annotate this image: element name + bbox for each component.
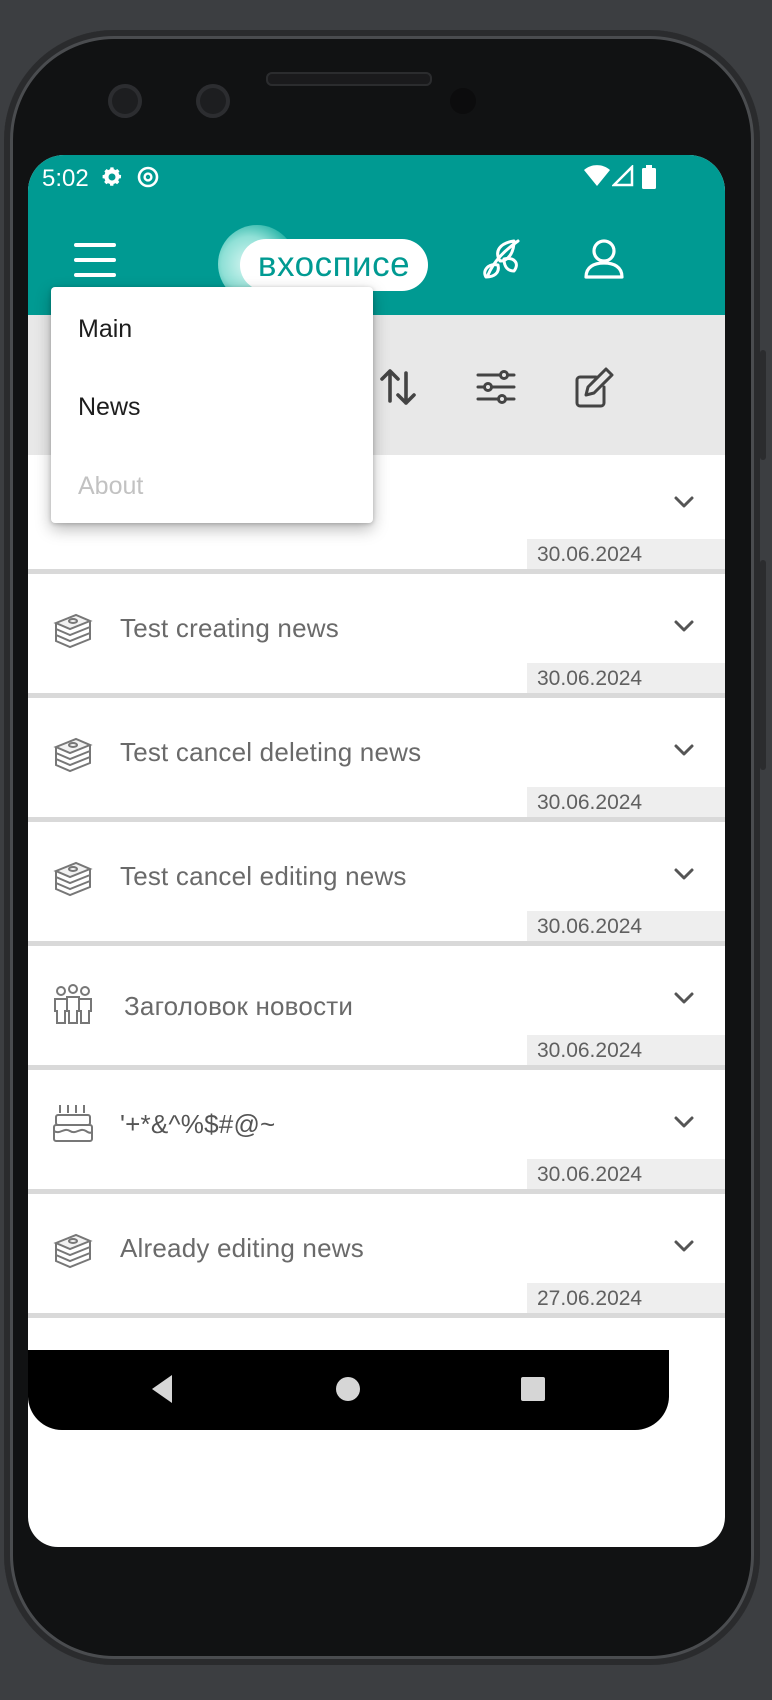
chevron-down-icon[interactable] bbox=[671, 613, 697, 639]
wifi-icon bbox=[584, 165, 610, 193]
chevron-down-icon[interactable] bbox=[671, 861, 697, 887]
news-date: 30.06.2024 bbox=[527, 911, 725, 941]
device-screen: 5:02 вхосписе 30.06.2024 Test creating n… bbox=[28, 155, 725, 1547]
proximity-sensor bbox=[450, 88, 476, 114]
news-card[interactable]: '+*&^%$#@~ 30.06.2024 bbox=[28, 1075, 725, 1194]
money-stack-icon bbox=[53, 1233, 93, 1269]
money-stack-icon bbox=[53, 613, 93, 649]
menu-icon[interactable] bbox=[74, 243, 116, 277]
news-date: 30.06.2024 bbox=[527, 663, 725, 693]
sort-icon[interactable] bbox=[374, 363, 422, 411]
navigation-dropdown-menu: Main News About bbox=[51, 287, 373, 523]
front-sensor bbox=[196, 84, 230, 118]
people-icon bbox=[54, 984, 92, 1024]
volume-button bbox=[760, 560, 766, 770]
news-date: 30.06.2024 bbox=[527, 1035, 725, 1065]
chevron-down-icon[interactable] bbox=[671, 1109, 697, 1135]
chevron-down-icon[interactable] bbox=[671, 737, 697, 763]
news-date: 30.06.2024 bbox=[527, 539, 725, 569]
signal-icon bbox=[610, 163, 634, 193]
news-date: 30.06.2024 bbox=[527, 787, 725, 817]
news-title: Test cancel deleting news bbox=[120, 737, 422, 767]
logo-text: вхосписе bbox=[240, 239, 428, 291]
money-stack-icon bbox=[53, 861, 93, 897]
at-sign-icon bbox=[136, 165, 160, 195]
menu-item-main[interactable]: Main bbox=[78, 315, 132, 344]
chevron-down-icon[interactable] bbox=[671, 489, 697, 515]
power-button bbox=[760, 350, 766, 460]
filter-icon[interactable] bbox=[472, 363, 520, 411]
news-date: 30.06.2024 bbox=[527, 1159, 725, 1189]
earpiece-speaker bbox=[266, 72, 432, 86]
news-date: 27.06.2024 bbox=[527, 1283, 725, 1313]
news-title: '+*&^%$#@~ bbox=[120, 1109, 276, 1139]
news-title: Test cancel editing news bbox=[120, 861, 407, 891]
news-card[interactable]: Test cancel deleting news 30.06.2024 bbox=[28, 703, 725, 822]
news-card[interactable]: Test cancel editing news 30.06.2024 bbox=[28, 827, 725, 946]
back-button[interactable] bbox=[148, 1372, 176, 1411]
edit-icon[interactable] bbox=[570, 363, 618, 411]
chevron-down-icon[interactable] bbox=[671, 985, 697, 1011]
system-navigation-bar bbox=[28, 1350, 669, 1430]
front-camera bbox=[108, 84, 142, 118]
status-time: 5:02 bbox=[42, 165, 89, 192]
profile-icon[interactable] bbox=[576, 231, 632, 287]
home-button[interactable] bbox=[333, 1372, 363, 1411]
settings-icon bbox=[100, 165, 124, 195]
news-card[interactable]: Test creating news 30.06.2024 bbox=[28, 579, 725, 698]
butterfly-icon[interactable] bbox=[474, 231, 530, 287]
menu-item-news[interactable]: News bbox=[78, 393, 141, 422]
news-title: Заголовок новости bbox=[124, 991, 354, 1021]
chevron-down-icon[interactable] bbox=[671, 1233, 697, 1259]
news-card[interactable]: Заголовок новости 30.06.2024 bbox=[28, 951, 725, 1070]
cake-icon bbox=[53, 1105, 93, 1142]
news-title: Test creating news bbox=[120, 613, 339, 643]
news-title: Already editing news bbox=[120, 1233, 364, 1263]
money-stack-icon bbox=[53, 737, 93, 773]
battery-icon bbox=[642, 165, 656, 195]
status-bar: 5:02 bbox=[28, 155, 725, 203]
menu-item-about: About bbox=[78, 472, 144, 500]
recents-button[interactable] bbox=[518, 1372, 548, 1411]
news-card[interactable]: Already editing news 27.06.2024 bbox=[28, 1199, 725, 1318]
